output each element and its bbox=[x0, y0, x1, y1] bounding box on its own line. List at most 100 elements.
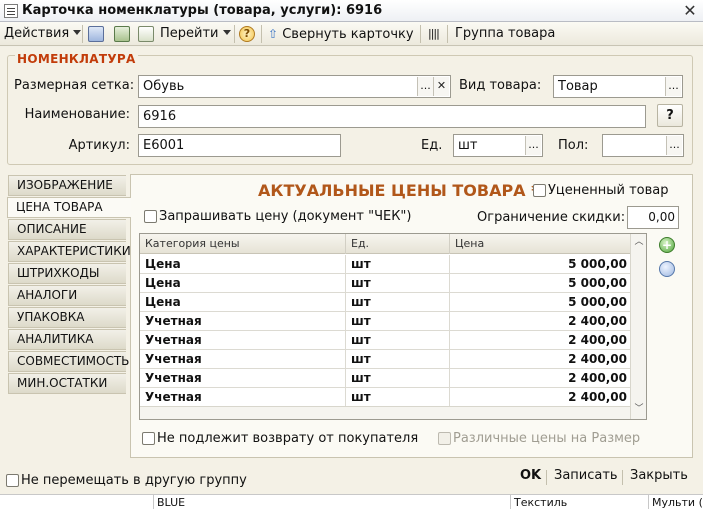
arrow-up-icon: ⇧ bbox=[268, 27, 279, 41]
status-cell: Мульти (т bbox=[648, 495, 703, 509]
table-row[interactable]: Учетная шт 2 400,00 bbox=[140, 388, 630, 407]
ok-button[interactable]: OK bbox=[520, 468, 541, 483]
clear-icon[interactable]: ✕ bbox=[433, 77, 449, 96]
toolbar-separator bbox=[261, 25, 262, 43]
table-row[interactable]: Учетная шт 2 400,00 bbox=[140, 350, 630, 369]
vertical-scrollbar[interactable]: ︿ ﹀ bbox=[630, 234, 646, 419]
no-return-label: Не подлежит возврату от покупателя bbox=[157, 431, 419, 446]
image-icon[interactable] bbox=[114, 26, 130, 42]
cell-unit: шт bbox=[346, 369, 450, 388]
toolbar-separator bbox=[234, 25, 235, 43]
tab-analogs[interactable]: АНАЛОГИ bbox=[8, 285, 126, 306]
product-group-button[interactable]: Группа товара bbox=[455, 25, 555, 43]
tab-analytics[interactable]: АНАЛИТИКА bbox=[8, 329, 126, 350]
copy-icon[interactable] bbox=[138, 26, 154, 42]
toolbar-separator bbox=[420, 25, 421, 43]
close-window-button[interactable]: ✕ bbox=[680, 1, 700, 20]
tab-min-stock[interactable]: МИН.ОСТАТКИ bbox=[8, 373, 126, 394]
column-header-unit[interactable]: Ед. bbox=[346, 234, 450, 254]
cell-category: Цена bbox=[140, 293, 346, 312]
cell-unit: шт bbox=[346, 312, 450, 331]
no-move-label: Не перемещать в другую группу bbox=[21, 473, 247, 488]
status-cell: Текстиль bbox=[510, 495, 648, 509]
select-button[interactable]: ... bbox=[525, 136, 541, 155]
discount-limit-field[interactable]: 0,00 bbox=[627, 206, 679, 229]
unit-label: Ед. bbox=[421, 138, 443, 153]
save-button[interactable]: Записать bbox=[554, 468, 618, 483]
size-prices-checkbox bbox=[438, 432, 451, 445]
barcode-icon[interactable]: |||| bbox=[428, 25, 440, 43]
table-row[interactable]: Цена шт 5 000,00 bbox=[140, 255, 630, 274]
table-header: Категория цены Ед. Цена bbox=[140, 234, 646, 254]
actions-menu[interactable]: Действия bbox=[4, 25, 82, 43]
discount-limit-label: Ограничение скидки: bbox=[477, 210, 626, 225]
article-field[interactable]: E6001 bbox=[138, 134, 341, 157]
cell-price: 5 000,00 bbox=[568, 295, 627, 309]
scroll-up-icon[interactable]: ︿ bbox=[634, 237, 644, 247]
article-label: Артикул: bbox=[68, 138, 130, 153]
table-row[interactable]: Цена шт 5 000,00 bbox=[140, 293, 630, 312]
close-button[interactable]: Закрыть bbox=[630, 468, 688, 483]
product-kind-value: Товар bbox=[558, 79, 598, 94]
size-grid-label: Размерная сетка: bbox=[14, 78, 135, 93]
chevron-down-icon bbox=[222, 30, 231, 35]
no-return-checkbox[interactable] bbox=[142, 432, 155, 445]
select-button[interactable]: ... bbox=[666, 136, 682, 155]
column-header-price[interactable]: Цена bbox=[450, 234, 630, 254]
status-cell: BLUE bbox=[153, 495, 510, 509]
table-row[interactable]: Цена шт 5 000,00 bbox=[140, 274, 630, 293]
tab-characteristics[interactable]: ХАРАКТЕРИСТИКИ bbox=[8, 241, 131, 262]
ask-price-checkbox[interactable] bbox=[144, 210, 157, 223]
select-button[interactable]: ... bbox=[417, 77, 433, 96]
name-label: Наименование: bbox=[24, 107, 130, 122]
cell-price: 2 400,00 bbox=[568, 333, 627, 347]
table-row[interactable]: Учетная шт 2 400,00 bbox=[140, 331, 630, 350]
collapse-card-button[interactable]: ⇧ Свернуть карточку bbox=[268, 25, 414, 43]
product-kind-field[interactable]: Товар ... bbox=[553, 75, 683, 98]
unit-value: шт bbox=[458, 138, 478, 153]
help-icon[interactable]: ? bbox=[239, 26, 255, 42]
nomenclature-group-title: НОМЕНКЛАТУРА bbox=[15, 52, 138, 66]
unit-field[interactable]: шт ... bbox=[453, 134, 543, 157]
search-icon[interactable] bbox=[659, 261, 675, 277]
help-button[interactable]: ? bbox=[657, 104, 683, 127]
edit-icon[interactable] bbox=[88, 26, 104, 42]
prices-title: АКТУАЛЬНЫЕ ЦЕНЫ ТОВАРА * bbox=[258, 181, 540, 200]
cell-price: 2 400,00 bbox=[568, 314, 627, 328]
name-field[interactable]: 6916 bbox=[138, 105, 646, 128]
column-header-category[interactable]: Категория цены bbox=[140, 234, 346, 254]
app-icon bbox=[4, 4, 18, 18]
cell-unit: шт bbox=[346, 274, 450, 293]
toolbar-separator bbox=[82, 25, 83, 43]
background-list-row: BLUE Текстиль Мульти (т bbox=[0, 494, 703, 509]
tab-compatibility[interactable]: СОВМЕСТИМОСТЬ bbox=[8, 351, 129, 372]
cell-unit: шт bbox=[346, 255, 450, 274]
size-grid-field[interactable]: Обувь ... ✕ bbox=[138, 75, 451, 98]
horizontal-scrollbar[interactable] bbox=[140, 406, 630, 419]
table-row[interactable]: Учетная шт 2 400,00 bbox=[140, 312, 630, 331]
scroll-down-icon[interactable]: ﹀ bbox=[634, 404, 644, 414]
tab-barcodes[interactable]: ШТРИХКОДЫ bbox=[8, 263, 126, 284]
toolbar-separator bbox=[447, 25, 448, 43]
discounted-checkbox[interactable] bbox=[533, 184, 546, 197]
tab-price[interactable]: ЦЕНА ТОВАРА bbox=[7, 197, 131, 218]
select-button[interactable]: ... bbox=[665, 77, 681, 96]
tab-description[interactable]: ОПИСАНИЕ bbox=[8, 219, 126, 240]
cell-category: Цена bbox=[140, 274, 346, 293]
tab-image[interactable]: ИЗОБРАЖЕНИЕ bbox=[8, 175, 126, 196]
add-row-icon[interactable]: + bbox=[659, 237, 675, 253]
cell-price: 2 400,00 bbox=[568, 390, 627, 404]
cell-price: 2 400,00 bbox=[568, 371, 627, 385]
goto-label: Перейти bbox=[160, 26, 219, 41]
table-row[interactable]: Учетная шт 2 400,00 bbox=[140, 369, 630, 388]
toolbar: Действия Перейти ? ⇧ Свернуть карточку |… bbox=[0, 22, 703, 46]
gender-field[interactable]: ... bbox=[602, 134, 684, 157]
cell-price: 5 000,00 bbox=[568, 276, 627, 290]
cell-category: Цена bbox=[140, 255, 346, 274]
cell-unit: шт bbox=[346, 331, 450, 350]
cell-category: Учетная bbox=[140, 350, 346, 369]
no-move-checkbox[interactable] bbox=[6, 474, 19, 487]
tab-packaging[interactable]: УПАКОВКА bbox=[8, 307, 126, 328]
goto-menu[interactable]: Перейти bbox=[160, 25, 231, 43]
ask-price-label: Запрашивать цену (документ "ЧЕК") bbox=[159, 209, 412, 224]
